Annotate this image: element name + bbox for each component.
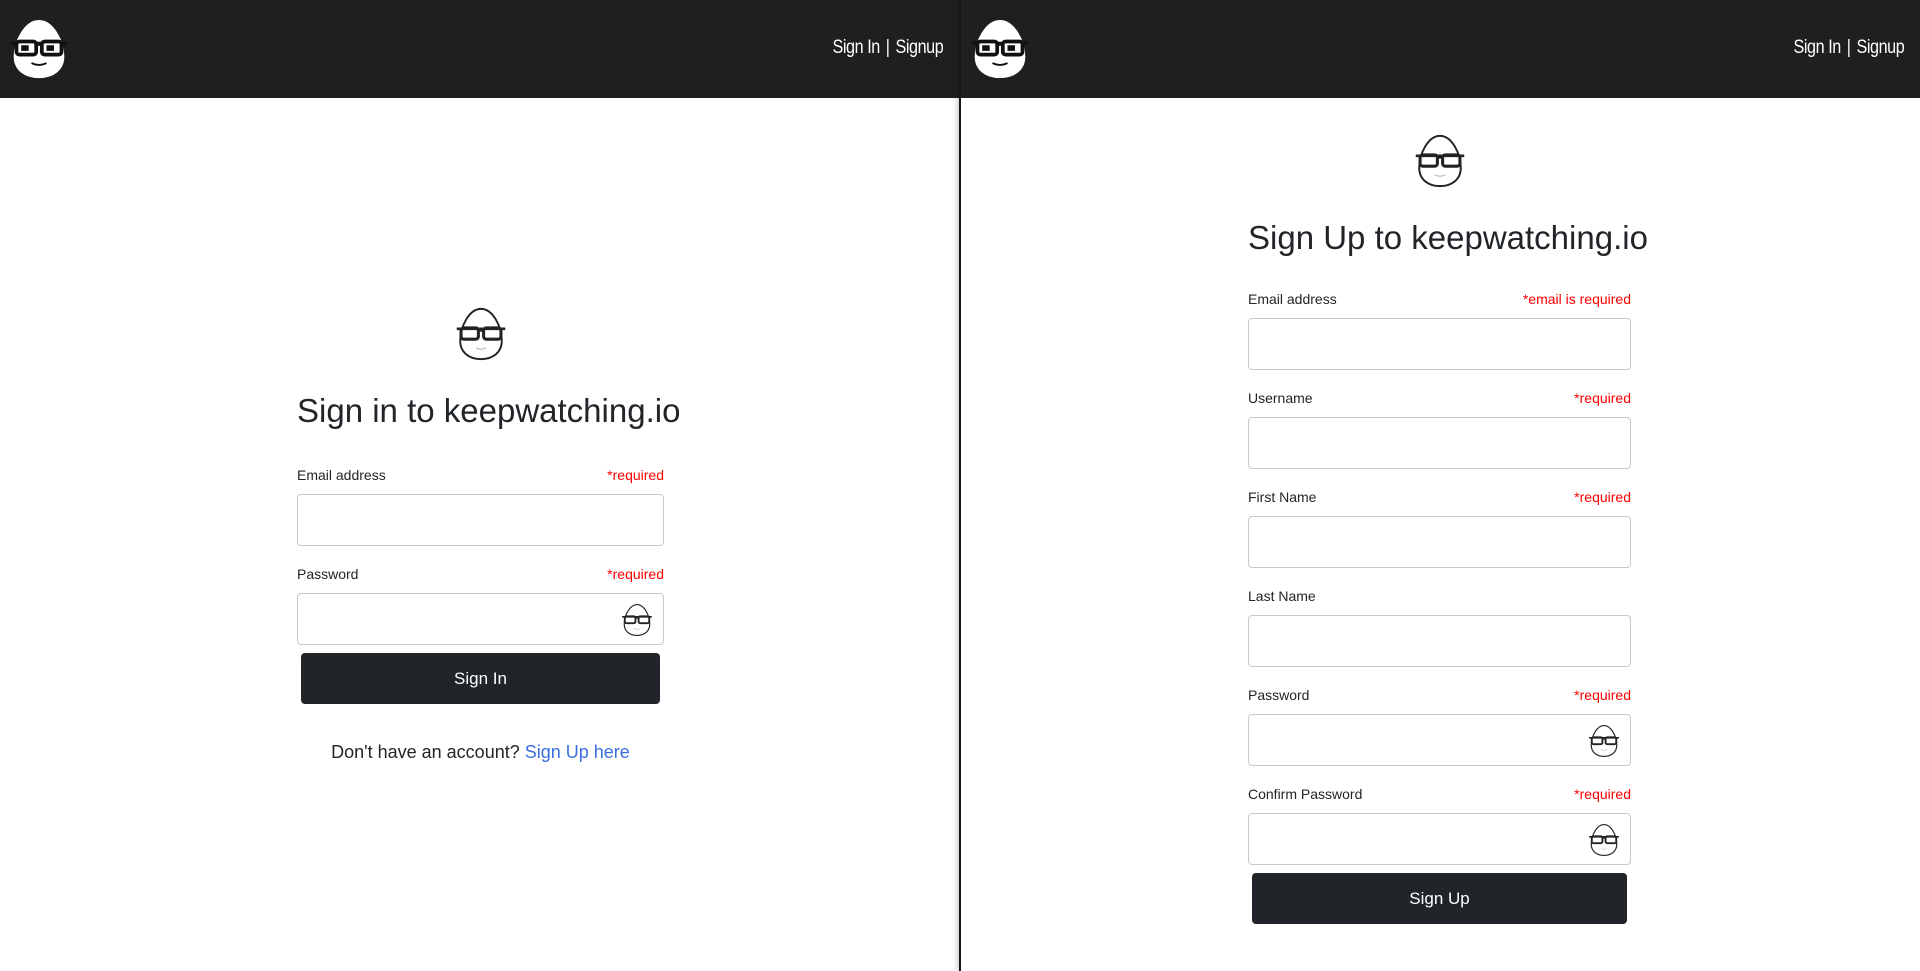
confirm-password-field[interactable]	[1249, 814, 1630, 864]
page-title: Sign Up to keepwatching.io	[1248, 219, 1648, 256]
show-password-icon[interactable]	[1588, 724, 1620, 758]
nav-sign-in-link[interactable]: Sign In	[1793, 37, 1841, 58]
confirm-password-label: Confirm Password	[1248, 786, 1363, 802]
password-label: Password	[297, 566, 359, 582]
sign-up-button[interactable]: Sign Up	[1252, 873, 1627, 924]
signin-pane: Sign In | Signup Sign in to keepwatching.i…	[0, 0, 961, 971]
nav-links: Sign In | Signup	[832, 37, 943, 59]
username-field[interactable]	[1249, 418, 1630, 468]
email-field[interactable]	[298, 495, 663, 545]
nav-signup-link[interactable]: Signup	[895, 37, 943, 58]
last-name-label: Last Name	[1248, 588, 1316, 604]
nav-links: Sign In | Signup	[1793, 37, 1904, 59]
email-field[interactable]	[1249, 319, 1630, 369]
logo-icon[interactable]	[971, 19, 1029, 79]
egg-glasses-icon	[1414, 133, 1466, 189]
username-label: Username	[1248, 390, 1313, 406]
password-required-note: *required	[607, 566, 664, 582]
last-name-field[interactable]	[1249, 616, 1630, 666]
confirm-password-required-note: *required	[1574, 786, 1631, 802]
show-password-icon[interactable]	[621, 603, 653, 637]
username-field-wrapper	[1248, 417, 1631, 469]
first-name-label: First Name	[1248, 489, 1317, 505]
egg-glasses-icon	[455, 306, 507, 362]
email-label: Email address	[297, 467, 386, 483]
password-label: Password	[1248, 687, 1310, 703]
first-name-required-note: *required	[1574, 489, 1631, 505]
nav-sign-in-link[interactable]: Sign In	[832, 37, 880, 58]
password-field-wrapper	[1248, 714, 1631, 766]
signup-prompt-text: Don't have an account?	[331, 742, 520, 762]
first-name-field[interactable]	[1249, 517, 1630, 567]
last-name-field-wrapper	[1248, 615, 1631, 667]
page-title: Sign in to keepwatching.io	[297, 392, 681, 429]
first-name-field-wrapper	[1248, 516, 1631, 568]
password-field-wrapper	[297, 593, 664, 645]
nav-separator: |	[1846, 37, 1851, 58]
email-field-wrapper	[1248, 318, 1631, 370]
sign-in-button[interactable]: Sign In	[301, 653, 660, 704]
email-field-wrapper	[297, 494, 664, 546]
signup-prompt: Don't have an account? Sign Up here	[297, 742, 664, 763]
navbar: Sign In | Signup	[0, 0, 959, 98]
confirm-password-field-wrapper	[1248, 813, 1631, 865]
email-required-note: *email is required	[1522, 291, 1631, 307]
logo-icon[interactable]	[10, 19, 68, 79]
navbar: Sign In | Signup	[961, 0, 1920, 98]
show-confirm-password-icon[interactable]	[1588, 823, 1620, 857]
password-field[interactable]	[1249, 715, 1630, 765]
signup-pane: Sign In | Signup Sign Up to keepwatching.i…	[961, 0, 1920, 971]
email-label: Email address	[1248, 291, 1337, 307]
username-required-note: *required	[1574, 390, 1631, 406]
signup-form: Sign Up to keepwatching.io Email address…	[1248, 133, 1648, 924]
nav-signup-link[interactable]: Signup	[1856, 37, 1904, 58]
email-required-note: *required	[607, 467, 664, 483]
sign-up-here-link[interactable]: Sign Up here	[525, 742, 630, 762]
nav-separator: |	[885, 37, 890, 58]
password-required-note: *required	[1574, 687, 1631, 703]
signin-form: Sign in to keepwatching.io Email address…	[297, 306, 681, 763]
password-field[interactable]	[298, 594, 663, 644]
